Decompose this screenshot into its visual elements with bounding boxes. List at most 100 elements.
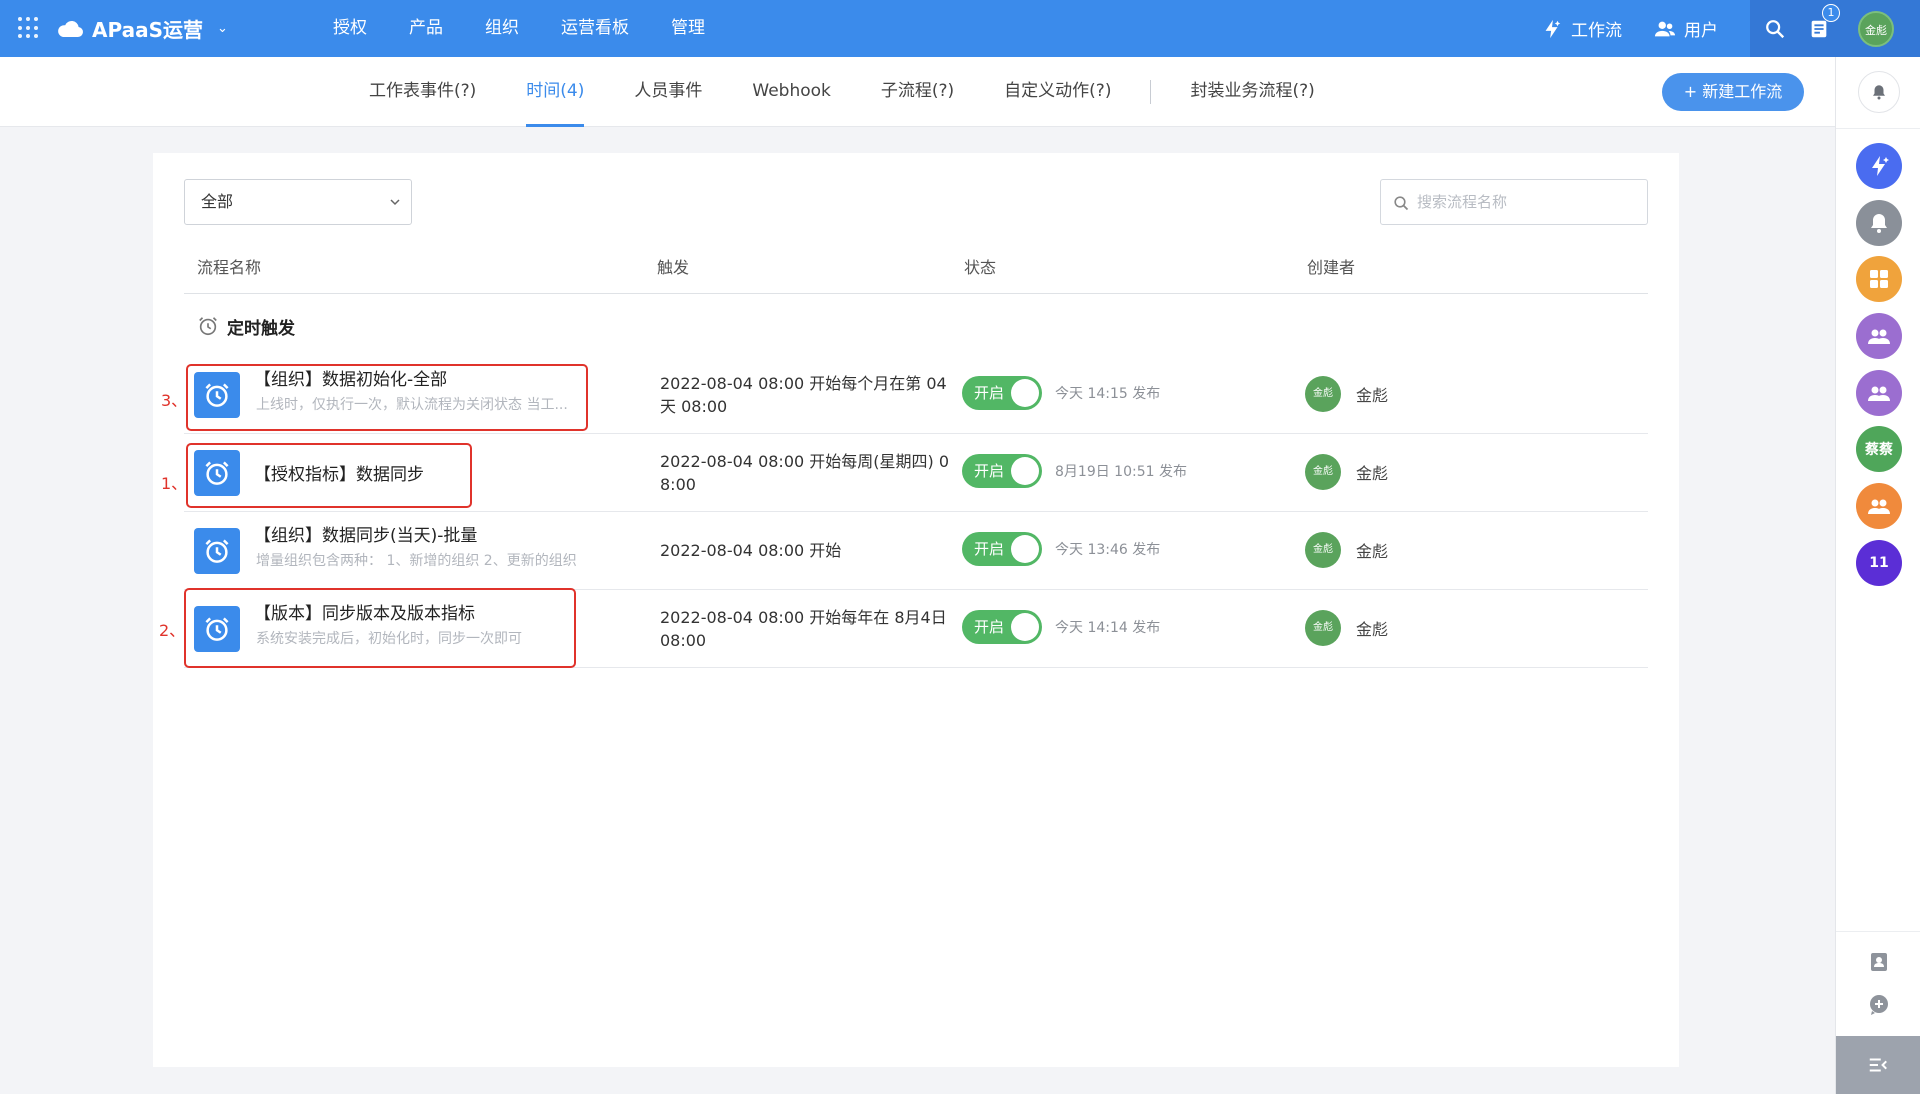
toggle-knob: [1011, 457, 1039, 485]
table-header: 流程名称 触发 状态 创建者: [184, 247, 1648, 294]
new-workflow-button[interactable]: + 新建工作流: [1662, 73, 1804, 111]
tab-bar: 工作表事件(?) 时间(4) 人员事件 Webhook 子流程(?) 自定义动作…: [0, 57, 1835, 127]
nav-item-org[interactable]: 组织: [464, 0, 540, 57]
publish-time: 今天 14:14 发布: [1055, 620, 1161, 636]
avatar: 金彪: [1305, 532, 1341, 568]
bell-icon[interactable]: [1858, 71, 1900, 113]
app-grid-icon[interactable]: [18, 17, 40, 39]
trigger-text: 2022-08-04 08:00 开始每个月在第 04 天 08:00: [660, 374, 947, 416]
column-header-status: 状态: [964, 258, 997, 277]
top-bar: APaaS运营 ⌄ 授权 产品 组织 运营看板 管理 工作流 用户 1 金彪: [0, 0, 1920, 57]
tab-packaged-process[interactable]: 封装业务流程(?): [1165, 57, 1339, 127]
tab-time[interactable]: 时间(4): [501, 57, 609, 127]
publish-time: 8月19日 10:51 发布: [1055, 464, 1187, 480]
tab-sheet-events[interactable]: 工作表事件(?): [344, 57, 501, 127]
notification-bell-icon[interactable]: [1856, 200, 1902, 246]
workflow-label: 工作流: [1571, 21, 1622, 41]
users-label: 用户: [1684, 21, 1718, 41]
filter-select[interactable]: 全部: [184, 179, 412, 225]
avatar: 金彪: [1305, 610, 1341, 646]
status-toggle[interactable]: 开启: [962, 532, 1042, 566]
highlight-box: [184, 588, 576, 668]
users-link[interactable]: 用户: [1654, 16, 1718, 41]
publish-time: 今天 13:46 发布: [1055, 542, 1161, 558]
group-title: 定时触发: [227, 318, 295, 339]
creator-name: 金彪: [1356, 386, 1389, 405]
creator-name: 金彪: [1356, 464, 1389, 483]
tabs: 工作表事件(?) 时间(4) 人员事件 Webhook 子流程(?) 自定义动作…: [344, 57, 1340, 127]
status-toggle[interactable]: 开启: [962, 454, 1042, 488]
app-switcher[interactable]: APaaS运营 ⌄: [56, 13, 228, 43]
lightning-icon: [1545, 19, 1561, 38]
chevron-down-icon: [390, 199, 400, 206]
main-nav: 授权 产品 组织 运营看板 管理: [312, 0, 726, 57]
address-book-icon[interactable]: [1867, 950, 1891, 974]
divider: [1836, 931, 1920, 932]
users-icon: [1654, 21, 1676, 36]
status-toggle[interactable]: 开启: [962, 610, 1042, 644]
avatar: 金彪: [1305, 454, 1341, 490]
trigger-text: 2022-08-04 08:00 开始每周(星期四) 08:00: [660, 452, 950, 494]
group-chat-icon[interactable]: [1856, 483, 1902, 529]
status-label: 开启: [974, 540, 1005, 558]
filter-selected-value: 全部: [201, 192, 234, 211]
tab-subprocess[interactable]: 子流程(?): [856, 57, 979, 127]
status-label: 开启: [974, 618, 1005, 636]
highlight-box: [186, 443, 472, 508]
nav-item-dashboard[interactable]: 运营看板: [540, 0, 650, 57]
workflow-description: 增量组织包含两种： 1、新增的组织 2、更新的组织: [256, 553, 577, 569]
top-right-area: 工作流 用户 1 金彪: [1541, 0, 1920, 57]
ai-assistant-icon[interactable]: [1856, 143, 1902, 189]
status-label: 开启: [974, 384, 1005, 402]
highlight-box: [186, 364, 588, 431]
divider: [1836, 128, 1920, 129]
trigger-text: 2022-08-04 08:00 开始: [660, 541, 842, 560]
workflow-name[interactable]: 【组织】数据同步(当天)-批量: [254, 521, 477, 546]
collapse-sidebar-button[interactable]: [1836, 1036, 1920, 1094]
column-header-creator: 创建者: [1307, 258, 1356, 277]
group-chat-icon[interactable]: [1856, 313, 1902, 359]
search-input[interactable]: [1417, 180, 1637, 224]
table-row[interactable]: 【组织】数据同步(当天)-批量 增量组织包含两种： 1、新增的组织 2、更新的组…: [184, 512, 1648, 590]
add-chat-icon[interactable]: [1867, 993, 1891, 1017]
apps-grid-icon[interactable]: [1856, 256, 1902, 302]
right-sidebar: 蔡蔡 11: [1835, 57, 1920, 1094]
contact-avatar[interactable]: 蔡蔡: [1856, 426, 1902, 472]
column-header-name: 流程名称: [197, 258, 262, 277]
annotation-number: 3、: [161, 391, 188, 410]
cloud-icon: [56, 19, 84, 37]
creator-name: 金彪: [1356, 620, 1389, 639]
avatar[interactable]: 金彪: [1858, 10, 1894, 47]
group-header: 定时触发: [197, 311, 295, 341]
top-tools: 1 金彪: [1750, 0, 1920, 57]
toggle-knob: [1011, 535, 1039, 563]
app-name: APaaS运营: [92, 17, 203, 42]
status-toggle[interactable]: 开启: [962, 376, 1042, 410]
collapse-icon: [1869, 1058, 1887, 1072]
tab-divider: [1150, 80, 1152, 104]
tab-webhook[interactable]: Webhook: [727, 57, 855, 127]
search-icon[interactable]: [1764, 18, 1786, 40]
nav-item-product[interactable]: 产品: [388, 0, 464, 57]
trigger-text: 2022-08-04 08:00 开始每年在 8月4日 08:00: [660, 608, 947, 650]
tab-user-events[interactable]: 人员事件: [609, 57, 727, 127]
annotation-number: 1、: [161, 474, 188, 493]
count-badge[interactable]: 11: [1856, 540, 1902, 586]
alarm-clock-icon: [199, 317, 217, 336]
tab-custom-action[interactable]: 自定义动作(?): [979, 57, 1136, 127]
search-box: [1380, 179, 1648, 225]
group-chat-icon[interactable]: [1856, 370, 1902, 416]
search-icon: [1394, 196, 1409, 211]
publish-time: 今天 14:15 发布: [1055, 386, 1161, 402]
nav-item-auth[interactable]: 授权: [312, 0, 388, 57]
notification-badge: 1: [1822, 4, 1840, 22]
creator-name: 金彪: [1356, 542, 1389, 561]
status-label: 开启: [974, 462, 1005, 480]
avatar: 金彪: [1305, 376, 1341, 412]
annotation-number: 2、: [159, 621, 186, 640]
toggle-knob: [1011, 379, 1039, 407]
nav-item-admin[interactable]: 管理: [650, 0, 726, 57]
alarm-clock-icon: [194, 528, 240, 574]
workflow-link[interactable]: 工作流: [1541, 16, 1622, 41]
chevron-down-icon: ⌄: [217, 20, 228, 36]
